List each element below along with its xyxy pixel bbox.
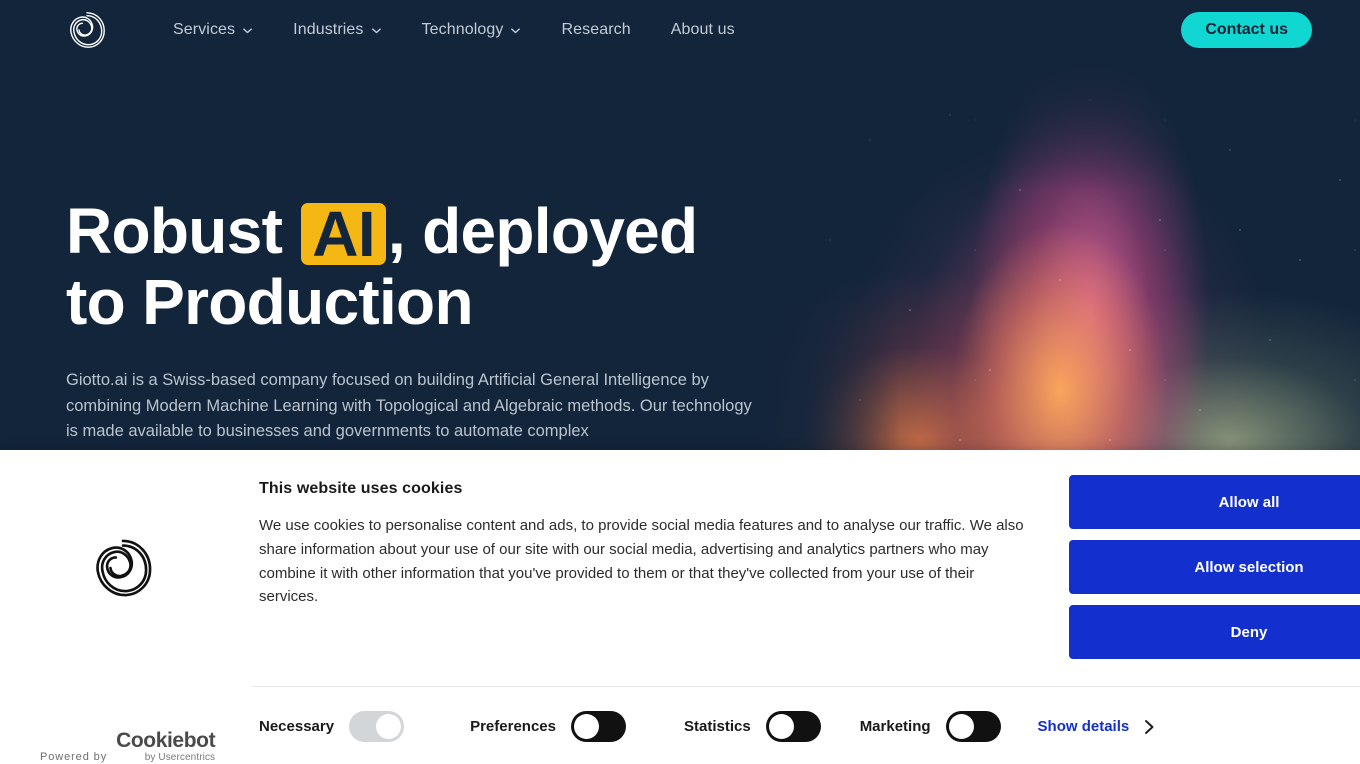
cookiebot-brand: Cookiebot by Usercentrics [116,730,215,763]
nav-links: Services Industries Technology Research [153,13,755,47]
top-navigation-bar: Services Industries Technology Research [0,0,1360,60]
chevron-right-icon [1145,719,1154,734]
show-details-label: Show details [1037,718,1130,735]
category-preferences: Preferences [470,711,626,742]
toggle-knob [948,714,974,739]
category-marketing: Marketing [860,711,1001,742]
cookie-consent-banner: This website uses cookies We use cookies… [0,450,1360,764]
giotto-spiral-logo-icon [96,539,152,597]
contact-us-button[interactable]: Contact us [1181,12,1312,48]
category-necessary: Necessary [259,711,405,742]
allow-selection-button[interactable]: Allow selection [1069,540,1360,594]
toggle-knob [768,714,794,739]
cookie-banner-title: This website uses cookies [259,480,463,497]
marketing-toggle[interactable] [945,711,1001,742]
necessary-toggle [349,711,405,742]
chevron-down-icon [371,27,381,33]
category-label: Necessary [259,718,335,735]
toggle-knob [573,714,599,739]
show-details-link[interactable]: Show details [1038,718,1157,736]
category-label: Statistics [683,718,751,735]
cookie-category-toggles: Necessary Preferences Statistics Marketi… [259,711,1156,742]
headline-part-2: , deployed [387,195,698,267]
chevron-down-icon [511,27,521,33]
nav-item-label: About us [670,21,735,38]
cookie-banner-text: This website uses cookies We use cookies… [259,480,1031,609]
giotto-spiral-logo-icon [70,12,105,48]
powered-by-cookiebot[interactable]: Powered by Cookiebot by Usercentrics [40,730,216,763]
deny-button[interactable]: Deny [1069,605,1360,659]
category-statistics: Statistics [684,711,821,742]
cookie-banner-main: This website uses cookies We use cookies… [0,450,1360,678]
nav-item-label: Technology [421,21,504,38]
powered-by-label: Powered by [40,751,108,763]
headline-part-1: Robust [66,195,300,267]
hero-content: Robust AI, deployed to Production Giotto… [66,196,766,445]
category-label: Preferences [470,718,556,735]
page-root: Robust AI, deployed to Production Giotto… [0,0,1360,764]
hero-paragraph: Giotto.ai is a Swiss-based company focus… [66,371,752,440]
cookie-banner-description: We use cookies to personalise content an… [259,517,1024,606]
nav-item-label: Industries [293,21,364,38]
allow-all-button[interactable]: Allow all [1069,475,1360,529]
galaxy-background-image [760,60,1360,460]
nav-item-about-us[interactable]: About us [651,13,755,47]
nav-item-technology[interactable]: Technology [402,13,542,47]
cookie-banner-logo [90,535,156,601]
nav-item-industries[interactable]: Industries [273,13,401,47]
cookiebot-sub: by Usercentrics [144,752,216,763]
site-logo[interactable] [66,9,108,51]
hero-headline: Robust AI, deployed to Production [66,196,766,338]
nav-item-services[interactable]: Services [153,13,273,47]
cookiebot-name: Cookiebot [116,729,216,752]
cookie-banner-footer: Powered by Cookiebot by Usercentrics Nec… [0,687,1360,764]
nav-item-label: Services [173,21,236,38]
galaxy-top-fade [760,60,1360,190]
chevron-down-icon [243,27,253,33]
statistics-toggle[interactable] [765,711,821,742]
preferences-toggle[interactable] [570,711,626,742]
category-label: Marketing [859,718,931,735]
headline-ai-highlight: AI [301,202,386,266]
nav-item-label: Research [561,21,631,38]
cookie-banner-actions: Allow all Allow selection Deny [1069,475,1360,659]
headline-line-2: to Production [66,266,474,338]
toggle-knob [376,714,402,739]
nav-item-research[interactable]: Research [541,13,650,47]
